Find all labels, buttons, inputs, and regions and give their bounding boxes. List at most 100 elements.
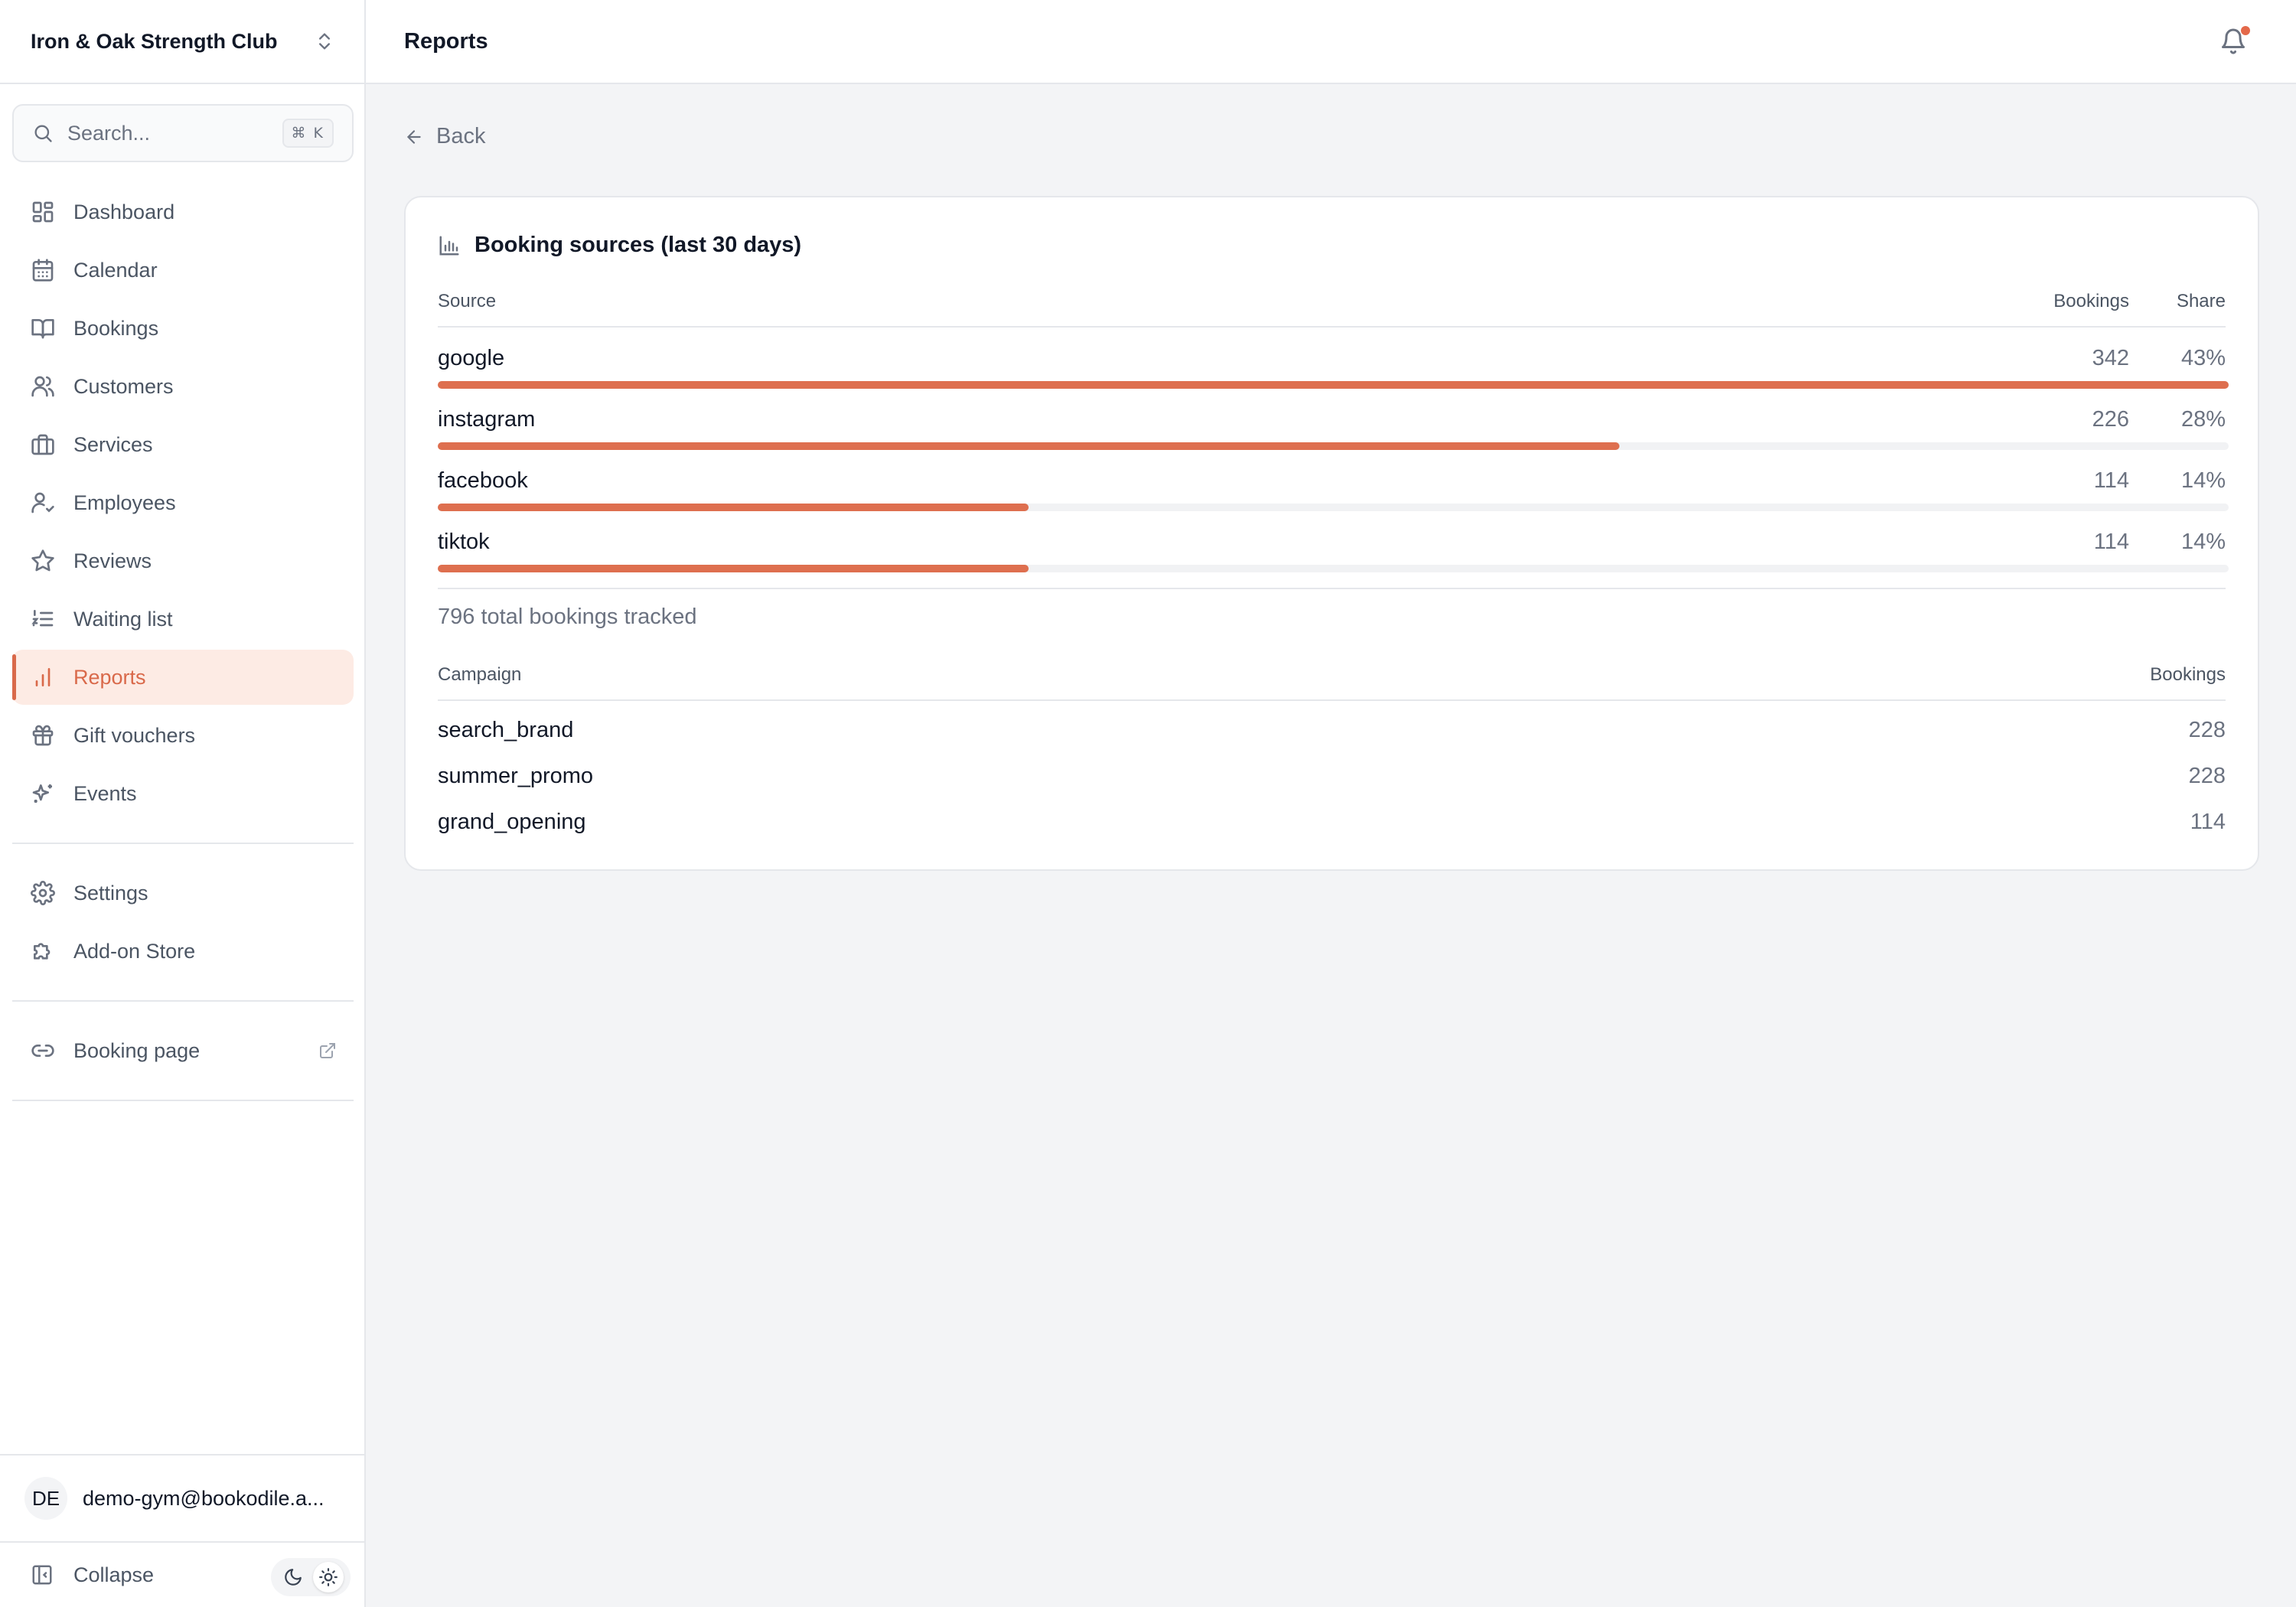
sidebar-item-waiting-list[interactable]: Waiting list bbox=[12, 592, 354, 647]
sparkles-icon bbox=[32, 784, 52, 803]
campaign-name: grand_opening bbox=[438, 810, 586, 834]
source-name: facebook bbox=[438, 468, 528, 493]
source-name: instagram bbox=[438, 407, 536, 432]
campaign-name: summer_promo bbox=[438, 764, 594, 788]
notification-dot bbox=[2241, 26, 2250, 35]
dashboard-icon bbox=[32, 201, 54, 223]
divider bbox=[12, 1000, 354, 1002]
source-bookings: 342 bbox=[2092, 346, 2129, 370]
sidebar-item-calendar[interactable]: Calendar bbox=[12, 243, 354, 298]
search-placeholder: Search... bbox=[67, 121, 151, 145]
sidebar-item-settings[interactable]: Settings bbox=[12, 865, 354, 921]
share-bar-track bbox=[438, 504, 2229, 511]
source-share: 14% bbox=[2180, 530, 2226, 554]
sidebar-item-label: Dashboard bbox=[73, 200, 175, 223]
sidebar-nav: Dashboard Calendar Bookings Customers Se… bbox=[12, 184, 354, 1123]
list-icon bbox=[31, 610, 54, 627]
column-header-source: Source bbox=[438, 291, 497, 311]
sidebar-item-label: Services bbox=[73, 432, 153, 456]
sidebar-item-reviews[interactable]: Reviews bbox=[12, 533, 354, 588]
source-bookings: 226 bbox=[2092, 407, 2129, 432]
sidebar-item-employees[interactable]: Employees bbox=[12, 475, 354, 530]
topbar: Reports bbox=[366, 0, 2296, 84]
sidebar-item-label: Employees bbox=[73, 491, 176, 514]
source-share: 28% bbox=[2180, 407, 2226, 432]
column-header-share: Share bbox=[2176, 291, 2226, 311]
source-share: 43% bbox=[2180, 346, 2226, 370]
sidebar-item-reports[interactable]: Reports bbox=[12, 650, 354, 705]
divider bbox=[12, 843, 354, 844]
avatar: DE bbox=[24, 1477, 67, 1520]
external-link-icon bbox=[320, 1043, 335, 1058]
moon-icon bbox=[285, 1569, 302, 1586]
bar-chart-icon bbox=[35, 668, 51, 686]
column-header-campaign-bookings: Bookings bbox=[2150, 664, 2226, 685]
sidebar-item-booking-page[interactable]: Booking page bbox=[12, 1023, 354, 1078]
sidebar-item-label: Add-on Store bbox=[73, 939, 196, 963]
back-button[interactable]: Back bbox=[404, 124, 485, 149]
sidebar-item-label: Calendar bbox=[73, 258, 158, 282]
source-name: tiktok bbox=[438, 530, 490, 554]
users-icon bbox=[31, 376, 54, 397]
gear-icon bbox=[31, 881, 55, 905]
booking-sources-card: Booking sources (last 30 days) Source Bo… bbox=[404, 196, 2259, 871]
bar-chart-icon bbox=[439, 236, 459, 255]
link-icon bbox=[31, 1045, 54, 1057]
user-check-icon bbox=[31, 492, 54, 513]
divider bbox=[438, 326, 2226, 328]
org-switcher[interactable]: Iron & Oak Strength Club bbox=[0, 0, 364, 84]
sidebar-item-gift-vouchers[interactable]: Gift vouchers bbox=[12, 708, 354, 763]
star-icon bbox=[31, 549, 54, 572]
user-menu[interactable]: DE demo-gym@bookodile.a... bbox=[0, 1454, 364, 1541]
sidebar-item-customers[interactable]: Customers bbox=[12, 359, 354, 414]
campaign-bookings: 228 bbox=[2188, 718, 2226, 742]
search-shortcut: ⌘ K bbox=[282, 119, 334, 148]
sidebar-item-label: Gift vouchers bbox=[73, 723, 196, 747]
column-header-campaign: Campaign bbox=[438, 664, 522, 685]
card-title: Booking sources (last 30 days) bbox=[475, 233, 802, 257]
theme-toggle bbox=[271, 1558, 351, 1596]
puzzle-icon bbox=[34, 943, 51, 960]
user-email: demo-gym@bookodile.a... bbox=[83, 1486, 325, 1510]
campaign-bookings: 114 bbox=[2190, 810, 2226, 834]
dark-mode-button[interactable] bbox=[278, 1562, 308, 1592]
sidebar-item-events[interactable]: Events bbox=[12, 766, 354, 821]
search-input[interactable]: Search... ⌘ K bbox=[12, 104, 354, 162]
sidebar-item-services[interactable]: Services bbox=[12, 417, 354, 472]
campaign-bookings: 228 bbox=[2188, 764, 2226, 788]
source-bookings: 114 bbox=[2093, 530, 2129, 554]
arrow-left-icon bbox=[406, 129, 421, 144]
sidebar-item-label: Reports bbox=[73, 665, 146, 689]
source-share: 14% bbox=[2180, 468, 2226, 493]
sidebar-item-label: Customers bbox=[73, 374, 174, 398]
sidebar-item-label: Waiting list bbox=[73, 607, 173, 631]
divider bbox=[438, 699, 2226, 701]
sidebar-item-add-on-store[interactable]: Add-on Store bbox=[12, 924, 354, 979]
book-icon bbox=[31, 319, 54, 339]
org-name: Iron & Oak Strength Club bbox=[31, 29, 278, 53]
sidebar-item-label: Reviews bbox=[73, 549, 152, 572]
campaign-name: search_brand bbox=[438, 718, 574, 742]
sidebar-collapse-icon bbox=[32, 1565, 52, 1585]
card-header: Booking sources (last 30 days) bbox=[438, 233, 801, 258]
divider bbox=[438, 588, 2226, 589]
back-label: Back bbox=[436, 124, 486, 148]
light-mode-button[interactable] bbox=[313, 1562, 344, 1592]
sidebar-item-dashboard[interactable]: Dashboard bbox=[12, 184, 354, 240]
sidebar-item-label: Events bbox=[73, 781, 137, 805]
sidebar-item-label: Settings bbox=[73, 881, 148, 905]
share-bar-fill bbox=[438, 504, 1029, 511]
source-name: google bbox=[438, 346, 505, 370]
briefcase-icon bbox=[31, 434, 54, 455]
sidebar-item-bookings[interactable]: Bookings bbox=[12, 301, 354, 356]
share-bar-fill bbox=[438, 381, 2229, 389]
share-bar-track bbox=[438, 565, 2229, 572]
divider bbox=[12, 1100, 354, 1101]
total-bookings: 796 total bookings tracked bbox=[438, 605, 697, 629]
collapse-button[interactable]: Collapse bbox=[0, 1541, 364, 1607]
sidebar-item-label: Bookings bbox=[73, 316, 159, 340]
calendar-icon bbox=[32, 259, 54, 282]
sun-icon bbox=[319, 1568, 338, 1586]
sidebar: Iron & Oak Strength Club Search... ⌘ K D… bbox=[0, 0, 366, 1607]
page-title: Reports bbox=[404, 28, 488, 54]
